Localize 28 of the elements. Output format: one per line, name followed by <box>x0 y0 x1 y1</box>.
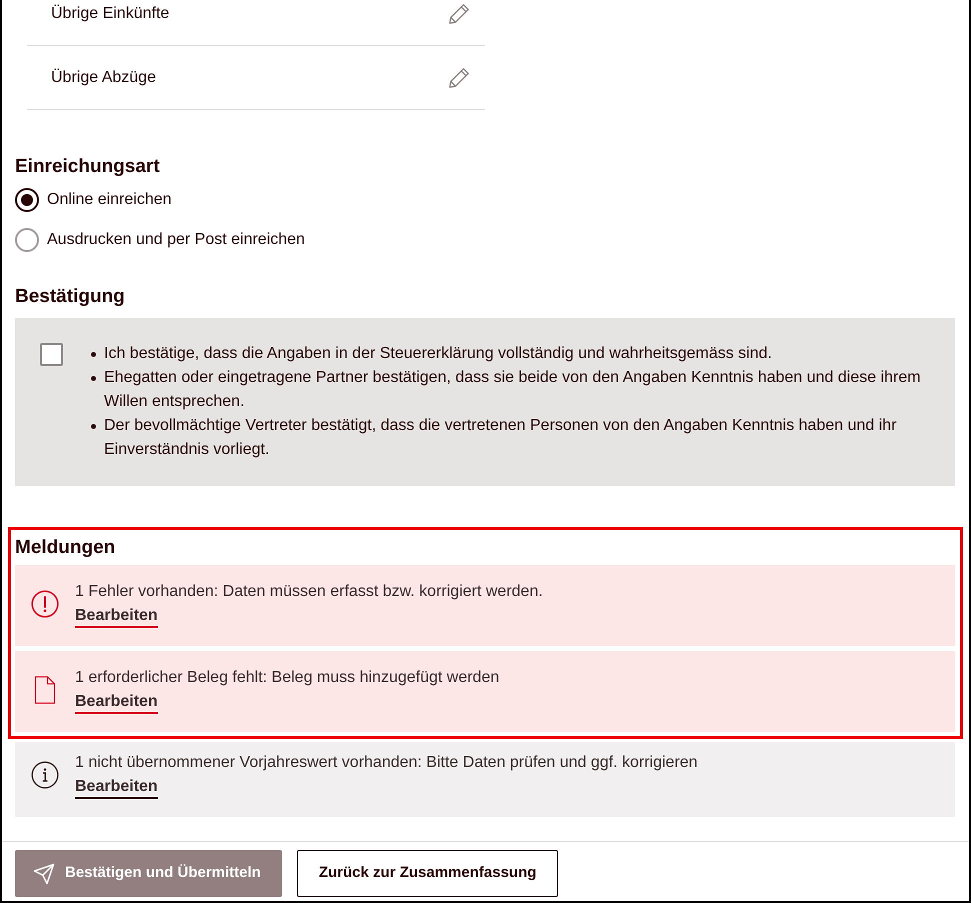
section-heading: Einreichungsart <box>15 155 161 179</box>
edit-link[interactable]: Bearbeiten <box>75 692 158 714</box>
bullet-icon <box>91 424 96 429</box>
info-icon <box>31 761 59 789</box>
message-text: 1 nicht übernommener Vorjahreswert vorhanden: Bitte Daten prüfen und ggf. korrigieren <box>75 753 698 773</box>
radio-button[interactable] <box>15 188 39 212</box>
section-heading: Meldungen <box>15 536 116 560</box>
radio-label[interactable]: Online einreichen <box>47 188 172 212</box>
pencil-icon[interactable] <box>448 66 470 88</box>
radio-button[interactable] <box>15 228 39 252</box>
message-text: 1 erforderlicher Beleg fehlt: Beleg muss hinzugefügt werden <box>75 668 500 688</box>
row-label: Übrige Einkünfte <box>51 4 170 24</box>
statement-text: Der bevollmächtige Vertreter bestätigt, dass die vertretenen Personen von den Angaben Kenntnis haben und ihr Einverständnis vorliegt. <box>104 416 898 460</box>
edit-link[interactable]: Bearbeiten <box>75 777 158 799</box>
exclamation-circle-icon <box>31 590 59 618</box>
statement-text: Ich bestätige, dass die Angaben in der Steuererklärung vollständig und wahrheitsgemäss sind. <box>104 344 772 364</box>
send-icon <box>33 862 55 884</box>
row-label: Übrige Abzüge <box>51 68 156 88</box>
section-heading: Bestätigung <box>15 285 126 309</box>
statement-text: Ehegatten oder eingetragene Partner bestätigen, dass sie beide von den Angaben Kenntnis haben und diese ihrem Willen entsprechen. <box>104 368 922 412</box>
bullet-icon <box>91 376 96 381</box>
message-text: 1 Fehler vorhanden: Daten müssen erfasst bzw. korrigiert werden. <box>75 582 543 602</box>
bullet-icon <box>91 352 96 357</box>
pencil-icon[interactable] <box>448 2 470 24</box>
edit-link[interactable]: Bearbeiten <box>75 606 158 628</box>
checkbox[interactable] <box>40 343 63 366</box>
back-button[interactable]: Zurück zur Zusammenfassung <box>296 850 558 897</box>
radio-label[interactable]: Ausdrucken und per Post einreichen <box>47 228 305 252</box>
